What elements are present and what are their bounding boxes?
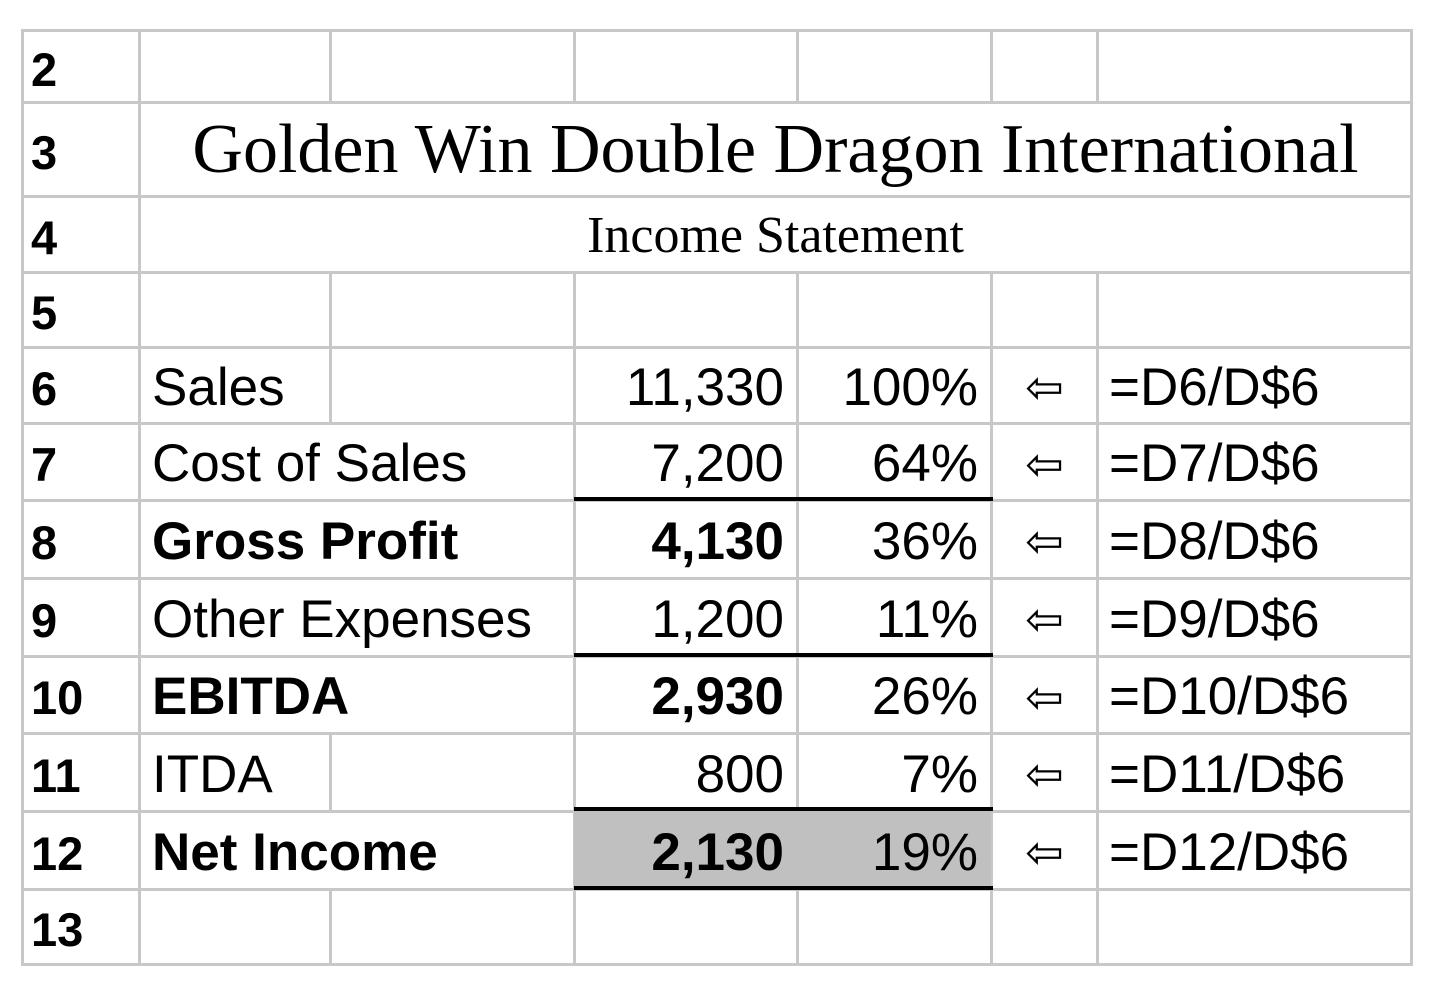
- spreadsheet-grid: 2 3 4 5 6 7 8 9 10 11 12 13 Golden Win D…: [21, 29, 1413, 966]
- formula-text[interactable]: =D11/D$6: [1099, 732, 1410, 810]
- formula-text[interactable]: =D10/D$6: [1099, 655, 1410, 732]
- formula-text[interactable]: =D7/D$6: [1099, 422, 1410, 499]
- left-arrow-icon: ⇦: [1025, 515, 1064, 567]
- line-item-label[interactable]: Sales: [141, 346, 581, 422]
- report-subtitle[interactable]: Income Statement: [141, 195, 1410, 271]
- line-item-value[interactable]: 800: [576, 732, 796, 810]
- line-item-label[interactable]: Cost of Sales: [141, 422, 581, 499]
- line-item-label[interactable]: Other Expenses: [141, 577, 581, 655]
- row-header[interactable]: 7: [21, 422, 138, 499]
- line-item-percent[interactable]: 36%: [799, 499, 990, 577]
- line-item-value[interactable]: 1,200: [576, 577, 796, 655]
- line-item-percent[interactable]: 64%: [799, 422, 990, 499]
- row-header[interactable]: 10: [21, 655, 138, 732]
- line-item-label[interactable]: ITDA: [141, 732, 329, 810]
- gridline: [21, 271, 1413, 274]
- line-item-value[interactable]: 11,330: [576, 346, 796, 422]
- formula-text[interactable]: =D12/D$6: [1099, 810, 1410, 888]
- row-header[interactable]: 9: [21, 577, 138, 655]
- gridline: [21, 29, 1413, 32]
- left-arrow-icon: ⇦: [1025, 437, 1064, 490]
- row-header[interactable]: 3: [21, 101, 138, 195]
- formula-text[interactable]: =D6/D$6: [1099, 346, 1410, 422]
- gridline: [21, 963, 1413, 966]
- line-item-percent[interactable]: 100%: [799, 346, 990, 422]
- gridline: [1410, 29, 1413, 966]
- line-item-label[interactable]: EBITDA: [141, 655, 581, 732]
- line-item-label[interactable]: Net Income: [141, 810, 581, 888]
- left-arrow-icon: ⇦: [1025, 361, 1064, 413]
- row-header[interactable]: 4: [21, 195, 138, 271]
- line-item-percent[interactable]: 26%: [799, 655, 990, 732]
- row-header[interactable]: 6: [21, 346, 138, 422]
- line-item-value[interactable]: 4,130: [576, 499, 796, 577]
- row-header[interactable]: 8: [21, 499, 138, 577]
- line-item-percent[interactable]: 19%: [799, 810, 990, 888]
- line-item-value[interactable]: 2,930: [576, 655, 796, 732]
- left-arrow-icon: ⇦: [1025, 670, 1064, 723]
- row-header[interactable]: 11: [21, 732, 138, 810]
- left-arrow-icon: ⇦: [1025, 593, 1064, 645]
- line-item-value[interactable]: 7,200: [576, 422, 796, 499]
- formula-text[interactable]: =D9/D$6: [1099, 577, 1410, 655]
- row-header[interactable]: 12: [21, 810, 138, 888]
- line-item-percent[interactable]: 11%: [799, 577, 990, 655]
- line-item-percent[interactable]: 7%: [799, 732, 990, 810]
- formula-text[interactable]: =D8/D$6: [1099, 499, 1410, 577]
- line-item-label[interactable]: Gross Profit: [141, 499, 581, 577]
- report-title[interactable]: Golden Win Double Dragon International: [141, 101, 1410, 195]
- left-arrow-icon: ⇦: [1025, 826, 1064, 878]
- row-header[interactable]: 2: [21, 29, 138, 101]
- row-header[interactable]: 13: [21, 888, 138, 963]
- line-item-value[interactable]: 2,130: [576, 810, 796, 888]
- row-header[interactable]: 5: [21, 271, 138, 346]
- left-arrow-icon: ⇦: [1025, 748, 1064, 800]
